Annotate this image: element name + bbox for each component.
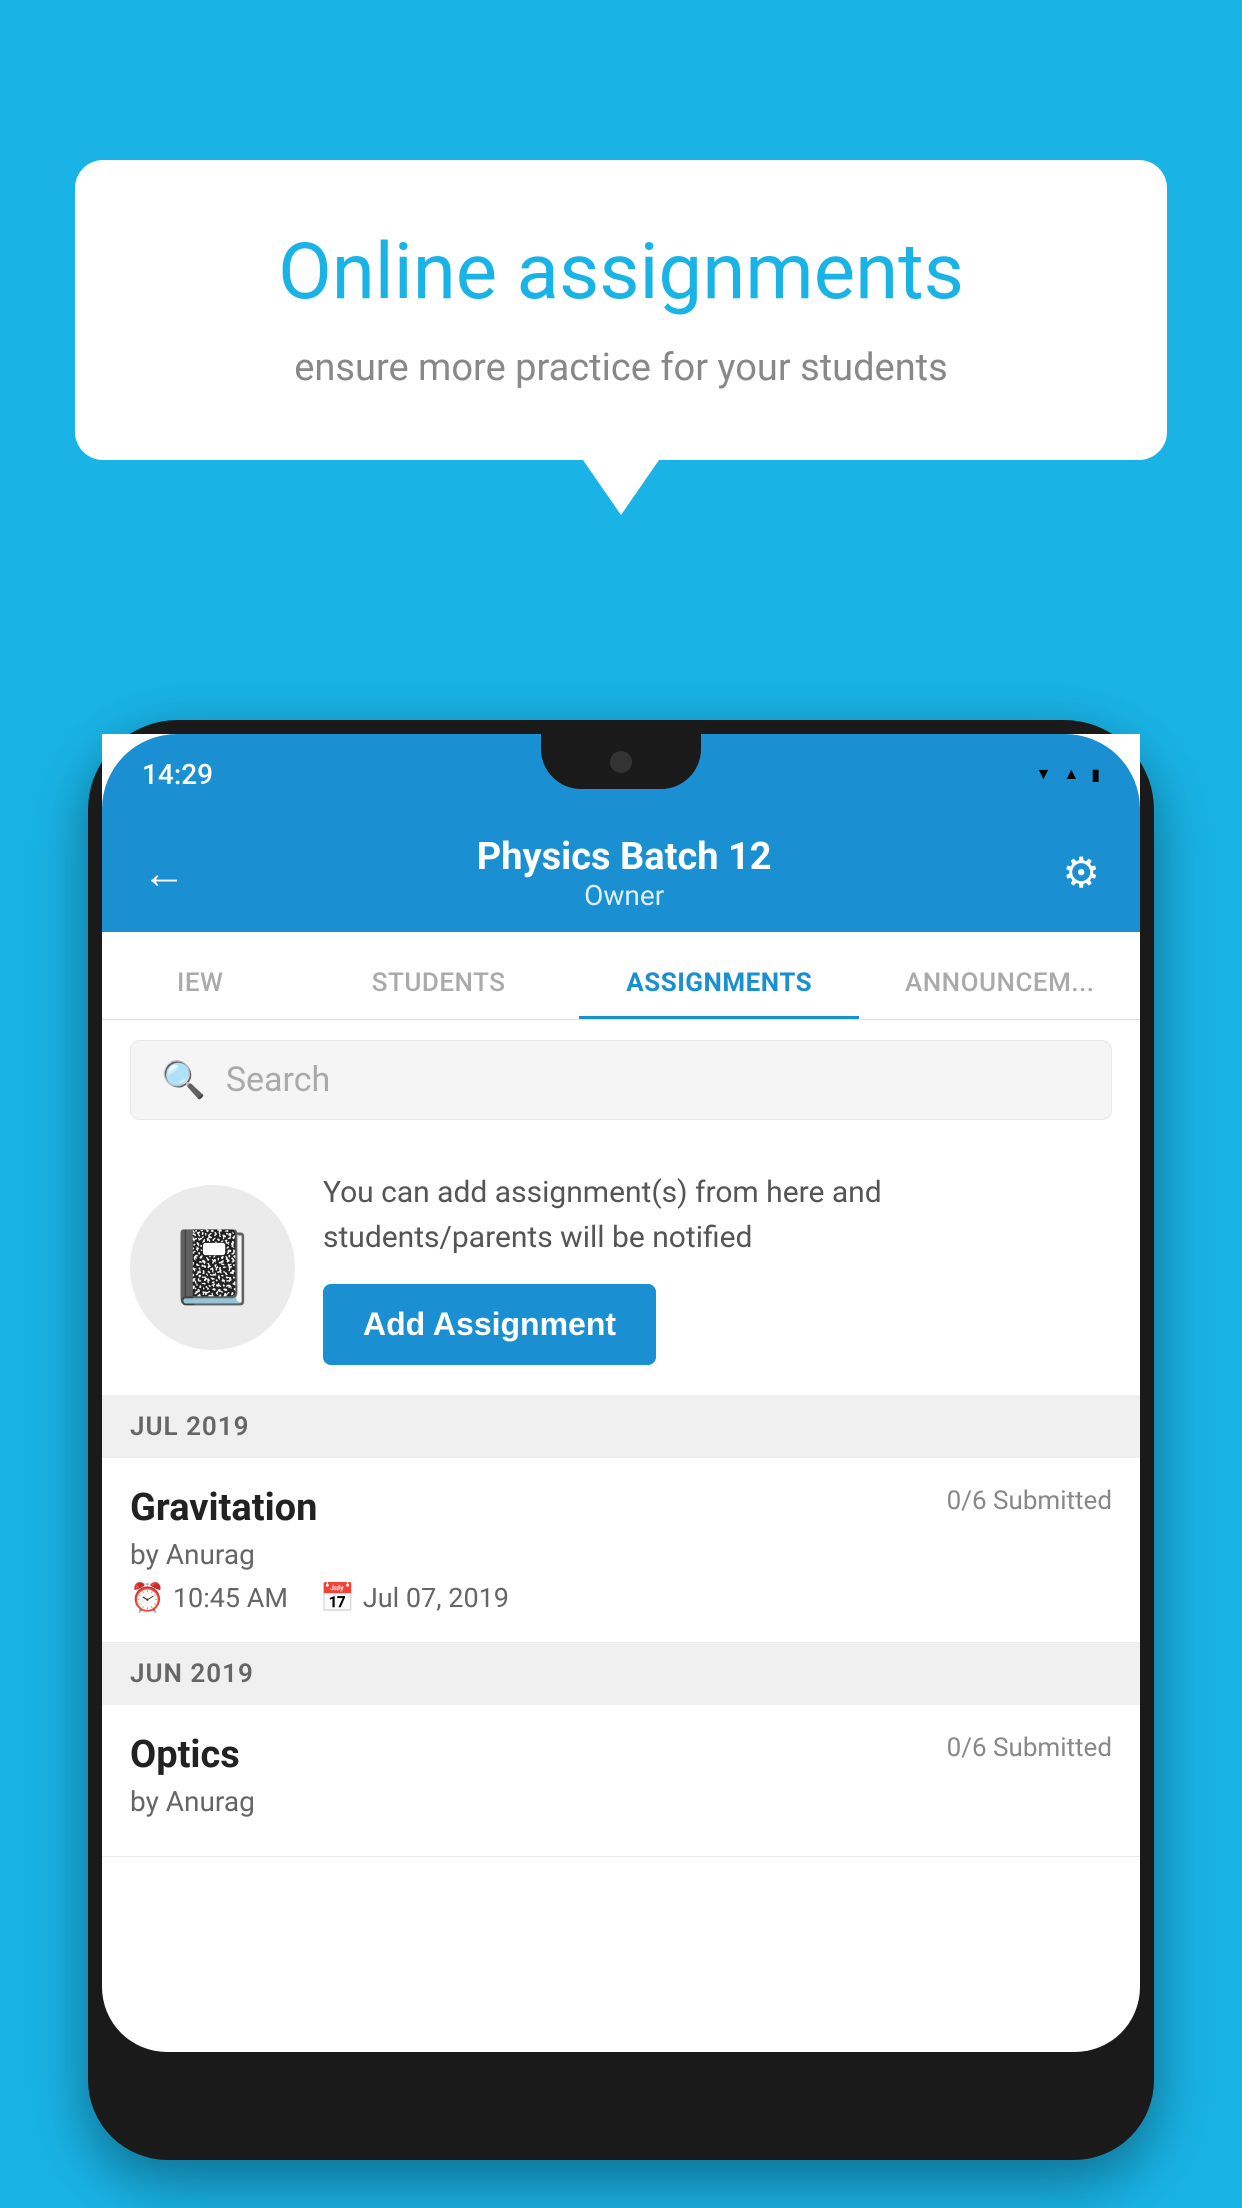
assignment-author-gravitation: by Anurag [130,1538,1112,1571]
speech-bubble-section: Online assignments ensure more practice … [75,160,1167,515]
speech-bubble-subtitle: ensure more practice for your students [155,346,1087,390]
tab-students[interactable]: STUDENTS [298,968,579,1019]
promo-content: You can add assignment(s) from here and … [323,1170,1112,1365]
phone-notch [541,734,701,789]
batch-subtitle: Owner [186,879,1062,912]
app-header-title-group: Physics Batch 12 Owner [186,835,1062,912]
assignment-meta-gravitation: ⏰ 10:45 AM 📅 Jul 07, 2019 [130,1581,1112,1614]
status-icons: ▼ ▲ ▮ [1036,764,1101,784]
search-icon: 🔍 [161,1059,206,1101]
assignment-submitted-optics: 0/6 Submitted [947,1733,1112,1763]
assignment-submitted-gravitation: 0/6 Submitted [947,1486,1112,1516]
batch-title: Physics Batch 12 [186,835,1062,879]
assignment-row-top: Gravitation 0/6 Submitted [130,1486,1112,1530]
status-bar: 14:29 ▼ ▲ ▮ [102,734,1140,814]
notebook-icon: 📓 [168,1225,258,1310]
search-bar-wrapper: 🔍 Search [102,1020,1140,1140]
search-placeholder: Search [226,1060,330,1100]
assignment-row-top-optics: Optics 0/6 Submitted [130,1733,1112,1777]
tab-announcements[interactable]: ANNOUNCEM... [859,968,1140,1019]
assignment-title-gravitation: Gravitation [130,1486,317,1530]
back-button[interactable]: ← [142,847,186,899]
signal-icon: ▲ [1063,764,1079,784]
wifi-icon: ▼ [1036,764,1052,784]
settings-button[interactable]: ⚙ [1062,848,1100,898]
app-header: ← Physics Batch 12 Owner ⚙ [102,814,1140,932]
assignment-item-gravitation[interactable]: Gravitation 0/6 Submitted by Anurag ⏰ 10… [102,1458,1140,1643]
promo-icon-circle: 📓 [130,1185,295,1350]
status-time: 14:29 [142,758,213,791]
tab-bar: IEW STUDENTS ASSIGNMENTS ANNOUNCEM... [102,932,1140,1020]
clock-icon: ⏰ [130,1581,165,1614]
speech-bubble-title: Online assignments [155,230,1087,316]
assignment-date-gravitation: 📅 Jul 07, 2019 [320,1581,509,1614]
phone-screen: 14:29 ▼ ▲ ▮ ← Physics Batch 12 Owner ⚙ [102,734,1140,2052]
section-header-jul: JUL 2019 [102,1396,1140,1458]
calendar-icon: 📅 [320,1581,355,1614]
speech-bubble-card: Online assignments ensure more practice … [75,160,1167,460]
assignment-item-optics[interactable]: Optics 0/6 Submitted by Anurag [102,1705,1140,1857]
assignment-time-gravitation: ⏰ 10:45 AM [130,1581,288,1614]
tab-assignments[interactable]: ASSIGNMENTS [579,968,860,1019]
section-header-jun: JUN 2019 [102,1643,1140,1705]
speech-bubble-arrow [583,460,659,515]
assignment-author-optics: by Anurag [130,1785,1112,1818]
search-bar[interactable]: 🔍 Search [130,1040,1112,1120]
battery-icon: ▮ [1091,765,1100,784]
phone-mockup: 14:29 ▼ ▲ ▮ ← Physics Batch 12 Owner ⚙ [88,720,1154,2208]
camera-dot [610,751,632,773]
tab-overview[interactable]: IEW [102,968,298,1019]
add-assignment-button[interactable]: Add Assignment [323,1284,656,1365]
promo-description: You can add assignment(s) from here and … [323,1170,1112,1260]
phone-frame: 14:29 ▼ ▲ ▮ ← Physics Batch 12 Owner ⚙ [88,720,1154,2160]
add-assignment-promo: 📓 You can add assignment(s) from here an… [102,1140,1140,1396]
assignment-title-optics: Optics [130,1733,240,1777]
